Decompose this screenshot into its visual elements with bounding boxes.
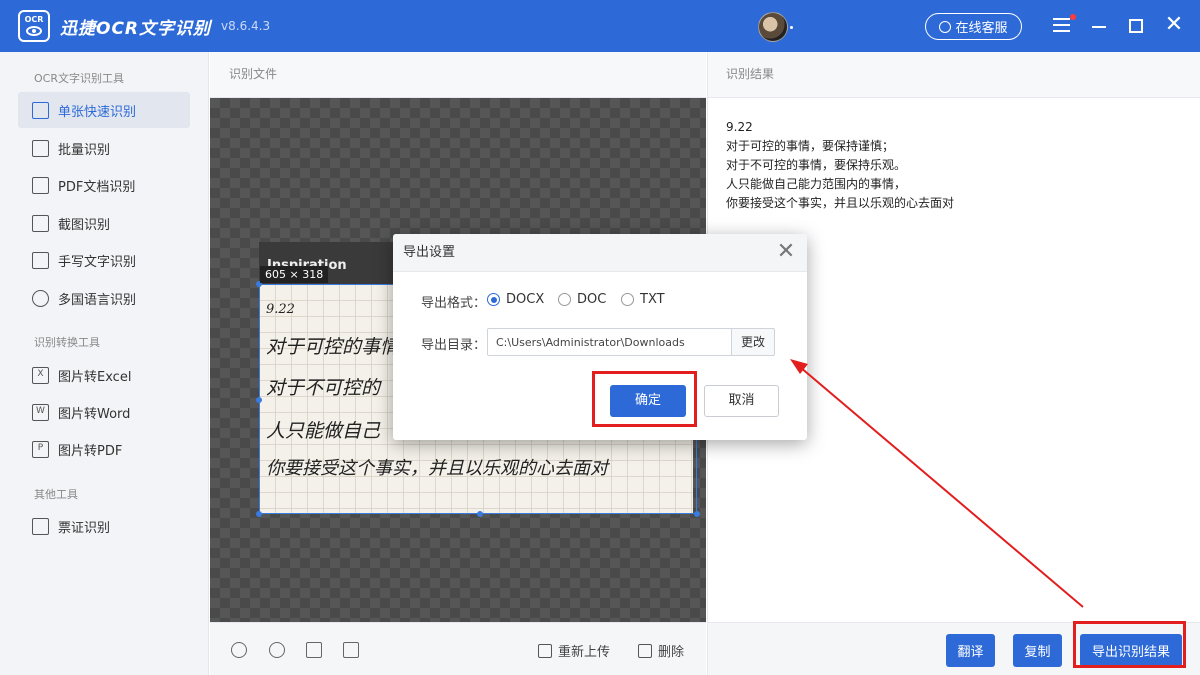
trash-icon [638, 643, 652, 658]
sidebar-item-batch[interactable]: 批量识别 [18, 130, 190, 166]
confirm-button[interactable]: 确定 [610, 385, 686, 417]
radio-icon [487, 293, 500, 306]
sidebar-item-label: 手写文字识别 [58, 254, 137, 270]
online-service-button[interactable]: 在线客服 [925, 13, 1022, 40]
radio-icon [558, 293, 571, 306]
sidebar-item-card[interactable]: 票证识别 [18, 508, 190, 544]
sidebar-item-label: 批量识别 [58, 142, 111, 158]
handwriting-line: 9.22 [266, 302, 295, 317]
format-radio-doc[interactable]: DOC [558, 292, 606, 307]
format-radio-docx[interactable]: DOCX [487, 292, 544, 307]
cancel-button[interactable]: 取消 [704, 385, 779, 417]
excel-icon: X [32, 366, 49, 384]
sidebar-item-label: 图片转Excel [58, 369, 132, 385]
notification-dot [1070, 14, 1076, 20]
radio-label: TXT [640, 292, 665, 307]
sidebar-section-other: 其他工具 [34, 488, 78, 501]
logo-text: OCR [24, 15, 44, 24]
upload-icon [538, 643, 552, 658]
pen-icon [32, 251, 49, 269]
sidebar-item-screenshot[interactable]: 截图识别 [18, 205, 190, 241]
maximize-icon[interactable] [1129, 19, 1143, 33]
sidebar-item-label: 图片转PDF [58, 443, 123, 459]
result-line: 你要接受这个事实，并且以乐观的心去面对 [726, 196, 955, 210]
format-label: 导出格式： [421, 296, 487, 311]
avatar-dropdown-icon[interactable] [790, 26, 793, 29]
reupload-button[interactable]: 重新上传 [538, 641, 610, 660]
delete-button[interactable]: 删除 [638, 641, 684, 660]
sidebar-item-img-pdf[interactable]: P 图片转PDF [18, 431, 190, 467]
card-icon [32, 517, 49, 535]
app-logo: OCR [18, 10, 50, 42]
zoom-out-icon[interactable] [269, 642, 285, 658]
sidebar-item-handwriting[interactable]: 手写文字识别 [18, 242, 190, 278]
sidebar: OCR文字识别工具 单张快速识别 批量识别 PDF文档识别 截图识别 手写文字识… [0, 52, 209, 675]
word-icon: W [32, 403, 49, 421]
radio-label: DOCX [506, 292, 545, 307]
result-line: 9.22 [726, 120, 753, 134]
sidebar-item-label: 多国语言识别 [58, 292, 137, 308]
file-panel-toolbar: 重新上传 删除 [210, 622, 706, 675]
sidebar-item-label: 单张快速识别 [58, 104, 137, 120]
crop-icon [32, 214, 49, 232]
copy-button[interactable]: 复制 [1013, 634, 1062, 667]
eye-icon [26, 26, 42, 36]
person-icon [939, 20, 952, 33]
online-service-label: 在线客服 [955, 21, 1008, 36]
sidebar-item-img-word[interactable]: W 图片转Word [18, 394, 190, 430]
fit-screen-icon[interactable] [343, 642, 359, 658]
result-line: 人只能做自己能力范围内的事情， [726, 177, 907, 191]
resize-handle[interactable] [477, 511, 483, 517]
avatar[interactable] [758, 12, 788, 42]
dialog-title: 导出设置 [393, 234, 807, 272]
dimension-badge: 605 × 318 [260, 266, 329, 283]
globe-icon [32, 289, 49, 307]
sidebar-item-multilang[interactable]: 多国语言识别 [18, 280, 190, 316]
sidebar-item-label: PDF文档识别 [58, 179, 136, 195]
result-line: 对于可控的事情，要保持谨慎； [726, 139, 895, 153]
resize-handle[interactable] [694, 511, 700, 517]
reupload-label: 重新上传 [558, 645, 611, 660]
title-bar: OCR 迅捷OCR文字识别 v8.6.4.3 在线客服 ✕ [0, 0, 1200, 52]
format-radio-txt[interactable]: TXT [621, 292, 665, 307]
result-panel-toolbar: 翻译 复制 导出识别结果 [707, 622, 1200, 675]
menu-icon[interactable] [1053, 14, 1076, 33]
export-dir-field[interactable] [487, 328, 732, 356]
sidebar-item-single-quick[interactable]: 单张快速识别 [18, 92, 190, 128]
handwriting-line: 人只能做自己 [266, 420, 381, 442]
sidebar-section-ocr: OCR文字识别工具 [34, 72, 124, 85]
change-dir-button[interactable]: 更改 [731, 328, 775, 356]
sidebar-item-label: 图片转Word [58, 406, 131, 422]
radio-label: DOC [577, 292, 607, 307]
batch-icon [32, 139, 49, 157]
resize-handle[interactable] [256, 511, 262, 517]
sidebar-item-img-excel[interactable]: X 图片转Excel [18, 357, 190, 393]
sidebar-item-label: 截图识别 [58, 217, 111, 233]
result-panel-header: 识别结果 [707, 52, 1200, 98]
pdf-convert-icon: P [32, 440, 49, 458]
radio-icon [621, 293, 634, 306]
handwriting-line: 你要接受这个事实，并且以乐观的心去面对 [266, 458, 608, 479]
handwriting-line: 对于不可控的 [266, 377, 381, 399]
close-icon[interactable]: ✕ [1163, 14, 1185, 36]
export-settings-dialog: 导出设置 ✕ 导出格式： DOCX DOC TXT 导出目录： 更改 确定 取消 [393, 234, 807, 440]
delete-label: 删除 [658, 645, 685, 660]
minimize-icon[interactable] [1092, 26, 1106, 28]
pdf-icon [32, 176, 49, 194]
result-line: 对于不可控的事情，要保持乐观。 [726, 158, 907, 172]
rotate-icon[interactable] [306, 642, 322, 658]
translate-button[interactable]: 翻译 [946, 634, 995, 667]
file-panel-header: 识别文件 [210, 52, 706, 98]
dir-label: 导出目录： [421, 338, 487, 353]
export-result-button[interactable]: 导出识别结果 [1080, 634, 1182, 667]
resize-handle[interactable] [256, 397, 262, 403]
sidebar-item-label: 票证识别 [58, 520, 111, 536]
app-title: 迅捷OCR文字识别 [60, 18, 212, 39]
sidebar-section-convert: 识别转换工具 [34, 336, 100, 349]
scan-icon [32, 101, 49, 119]
sidebar-item-pdf[interactable]: PDF文档识别 [18, 167, 190, 203]
zoom-in-icon[interactable] [231, 642, 247, 658]
app-version: v8.6.4.3 [221, 19, 271, 33]
dialog-close-icon[interactable]: ✕ [775, 241, 797, 263]
